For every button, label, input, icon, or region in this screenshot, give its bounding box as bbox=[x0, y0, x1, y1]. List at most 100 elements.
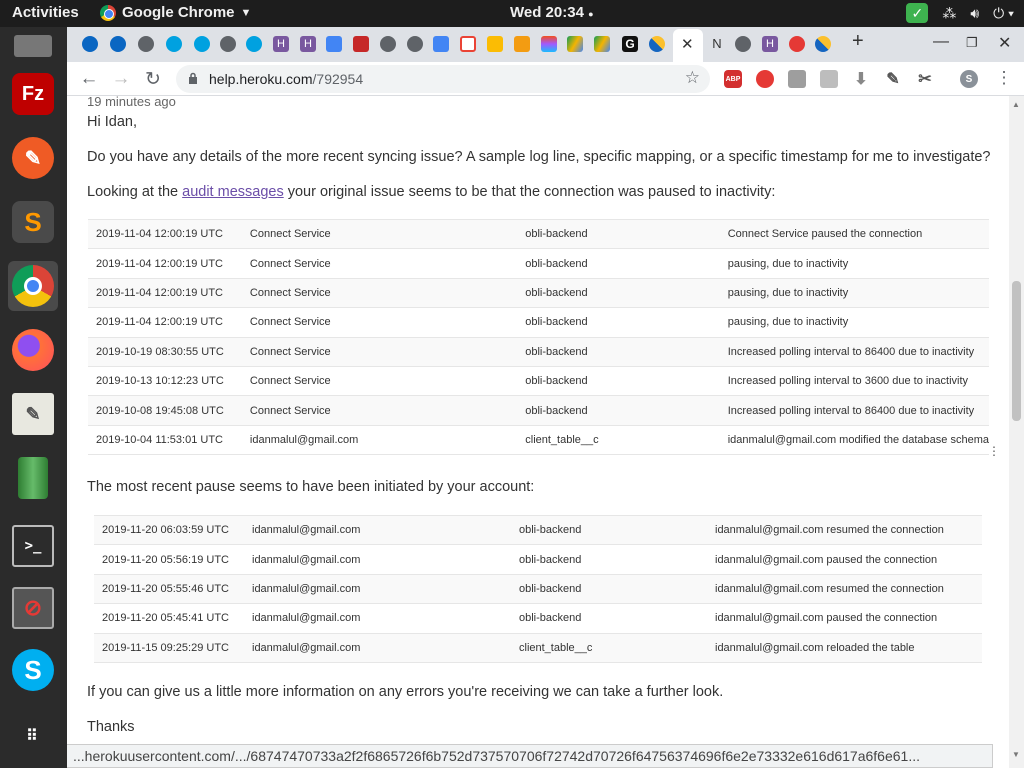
dock-skype[interactable]: S bbox=[8, 645, 58, 695]
chrome-icon bbox=[100, 4, 116, 21]
dock-chrome[interactable] bbox=[8, 261, 58, 311]
gmail-icon[interactable] bbox=[460, 36, 476, 52]
table-row: 2019-11-04 12:00:19 UTC Connect Service ob… bbox=[88, 307, 989, 338]
app-icon[interactable] bbox=[815, 36, 831, 52]
profile-avatar[interactable]: S bbox=[960, 70, 978, 88]
salesforce-icon[interactable] bbox=[246, 36, 262, 52]
scroll-up-icon[interactable]: ▲ bbox=[1012, 100, 1020, 109]
cell-timestamp: 2019-11-04 12:00:19 UTC bbox=[88, 248, 242, 279]
cell-actor: Connect Service bbox=[241, 395, 518, 426]
cell-resource: client_table__c bbox=[517, 424, 720, 456]
news-icon[interactable] bbox=[353, 36, 369, 52]
minimize-icon[interactable]: — bbox=[933, 33, 949, 51]
dock-postman[interactable]: ✎ bbox=[8, 133, 58, 183]
firefox-icon bbox=[12, 329, 54, 371]
download-icon[interactable]: ⬇ bbox=[852, 70, 870, 88]
globe-icon[interactable] bbox=[220, 36, 236, 52]
audit-text-before: Looking at the bbox=[87, 184, 183, 200]
address-bar[interactable]: help.heroku.com/792954 ☆ bbox=[176, 65, 710, 93]
globe-icon[interactable] bbox=[735, 36, 751, 52]
menu-kebab-icon[interactable]: ⋮ bbox=[993, 68, 1015, 88]
dock-blocker[interactable]: ⊘ bbox=[8, 583, 58, 633]
salesforce-icon[interactable] bbox=[166, 36, 182, 52]
drive-icon[interactable] bbox=[594, 36, 610, 52]
active-tab[interactable]: ✕ bbox=[673, 29, 703, 62]
keep-icon[interactable] bbox=[487, 36, 503, 52]
eyedropper-icon[interactable]: ✎ bbox=[884, 70, 902, 88]
dock-pipe-app[interactable] bbox=[8, 453, 58, 503]
bookmark-star-icon[interactable]: ☆ bbox=[685, 68, 700, 88]
app-icon[interactable] bbox=[649, 36, 665, 52]
camera-icon[interactable] bbox=[820, 70, 838, 88]
restore-icon[interactable]: ❐ bbox=[966, 35, 978, 51]
cell-timestamp: 2019-10-08 19:45:08 UTC bbox=[88, 395, 242, 426]
update-check-icon[interactable]: ✓ bbox=[906, 3, 929, 23]
salesforce-icon[interactable] bbox=[194, 36, 210, 52]
cell-actor: Connect Service bbox=[241, 365, 518, 396]
tab-favicon-1[interactable] bbox=[82, 36, 98, 52]
extension-hand-icon[interactable] bbox=[756, 70, 774, 88]
cell-timestamp: 2019-10-19 08:30:55 UTC bbox=[88, 336, 242, 367]
docs-icon[interactable] bbox=[433, 36, 449, 52]
back-icon[interactable]: ← bbox=[78, 68, 100, 90]
globe-icon[interactable] bbox=[138, 36, 154, 52]
cell-actor: idanmalul@gmail.com bbox=[244, 603, 511, 634]
table-row: 2019-10-04 11:53:01 UTC idanmalul@gmail.c… bbox=[88, 424, 989, 456]
reload-icon[interactable]: ↻ bbox=[142, 68, 164, 91]
g-icon[interactable]: G bbox=[622, 36, 638, 52]
cell-resource: obli-backend bbox=[511, 573, 707, 604]
phpmyadmin-icon[interactable] bbox=[514, 36, 530, 52]
lock-icon bbox=[189, 72, 197, 84]
table-row: 2019-11-20 06:03:59 UTC idanmalul@gmail.c… bbox=[94, 514, 982, 545]
dock-filezilla[interactable]: Fz bbox=[8, 69, 58, 119]
cell-timestamp: 2019-11-20 05:45:41 UTC bbox=[94, 603, 244, 634]
heroku-icon[interactable]: H bbox=[273, 36, 289, 52]
volume-icon[interactable]: 🔊︎ bbox=[970, 5, 979, 22]
close-icon[interactable]: ✕ bbox=[681, 35, 694, 53]
cell-timestamp: 2019-11-20 05:55:46 UTC bbox=[94, 573, 244, 604]
cell-actor: idanmalul@gmail.com bbox=[244, 573, 511, 604]
dock-firefox[interactable] bbox=[8, 325, 58, 375]
translate-icon[interactable] bbox=[326, 36, 342, 52]
dock-terminal[interactable]: >_ bbox=[8, 521, 58, 571]
new-tab-icon[interactable]: + bbox=[852, 30, 864, 53]
tools-icon[interactable]: ✂ bbox=[916, 70, 934, 88]
close-window-icon[interactable]: ✕ bbox=[998, 33, 1011, 53]
cell-message: idanmalul@gmail.com reloaded the table bbox=[707, 632, 982, 663]
app-menu[interactable]: Google Chrome ▼ bbox=[100, 4, 251, 21]
scroll-down-icon[interactable]: ▼ bbox=[1012, 750, 1020, 759]
figma-icon[interactable] bbox=[541, 36, 557, 52]
notion-icon[interactable]: N bbox=[709, 36, 725, 52]
table-row: 2019-11-04 12:00:19 UTC Connect Service ob… bbox=[88, 218, 989, 249]
dock-text-editor[interactable]: ✎ bbox=[8, 389, 58, 439]
system-tray[interactable]: ✓ ⁂ 🔊︎ ⏻ ▾ bbox=[906, 3, 1014, 23]
adblock-icon[interactable]: ABP bbox=[724, 70, 742, 88]
app-icon[interactable] bbox=[789, 36, 805, 52]
heroku-icon[interactable]: H bbox=[300, 36, 316, 52]
power-icon[interactable]: ⏻ ▾ bbox=[993, 5, 1014, 22]
dock-files[interactable] bbox=[8, 21, 58, 71]
globe-icon[interactable] bbox=[407, 36, 423, 52]
cell-timestamp: 2019-11-20 06:03:59 UTC bbox=[94, 514, 244, 545]
page-scrollbar[interactable]: ▲ ▼ bbox=[1009, 96, 1024, 768]
globe-icon[interactable] bbox=[380, 36, 396, 52]
dock-sublime[interactable]: S bbox=[8, 197, 58, 247]
heroku-icon[interactable]: H bbox=[762, 36, 778, 52]
scrollbar-thumb[interactable] bbox=[1012, 281, 1021, 421]
dock-show-apps[interactable]: ⠿ bbox=[8, 711, 58, 761]
clock[interactable]: Wed 20:34 ● bbox=[510, 4, 594, 21]
extension-cube-icon[interactable] bbox=[788, 70, 806, 88]
activities-button[interactable]: Activities bbox=[12, 4, 79, 21]
cell-resource: obli-backend bbox=[517, 307, 720, 338]
drive-icon[interactable] bbox=[567, 36, 583, 52]
cell-timestamp: 2019-10-13 10:12:23 UTC bbox=[88, 365, 242, 396]
cell-timestamp: 2019-11-04 12:00:19 UTC bbox=[88, 277, 242, 308]
app-menu-label: Google Chrome bbox=[122, 4, 235, 21]
audit-messages-link[interactable]: audit messages bbox=[182, 184, 284, 200]
table-row: 2019-11-04 12:00:19 UTC Connect Service ob… bbox=[88, 248, 989, 279]
tab-favicon-2[interactable] bbox=[110, 36, 126, 52]
cell-message: Increased polling interval to 86400 due … bbox=[719, 395, 989, 426]
forward-icon[interactable]: → bbox=[110, 68, 132, 90]
network-icon[interactable]: ⁂ bbox=[942, 5, 956, 22]
cell-resource: obli-backend bbox=[511, 603, 707, 634]
